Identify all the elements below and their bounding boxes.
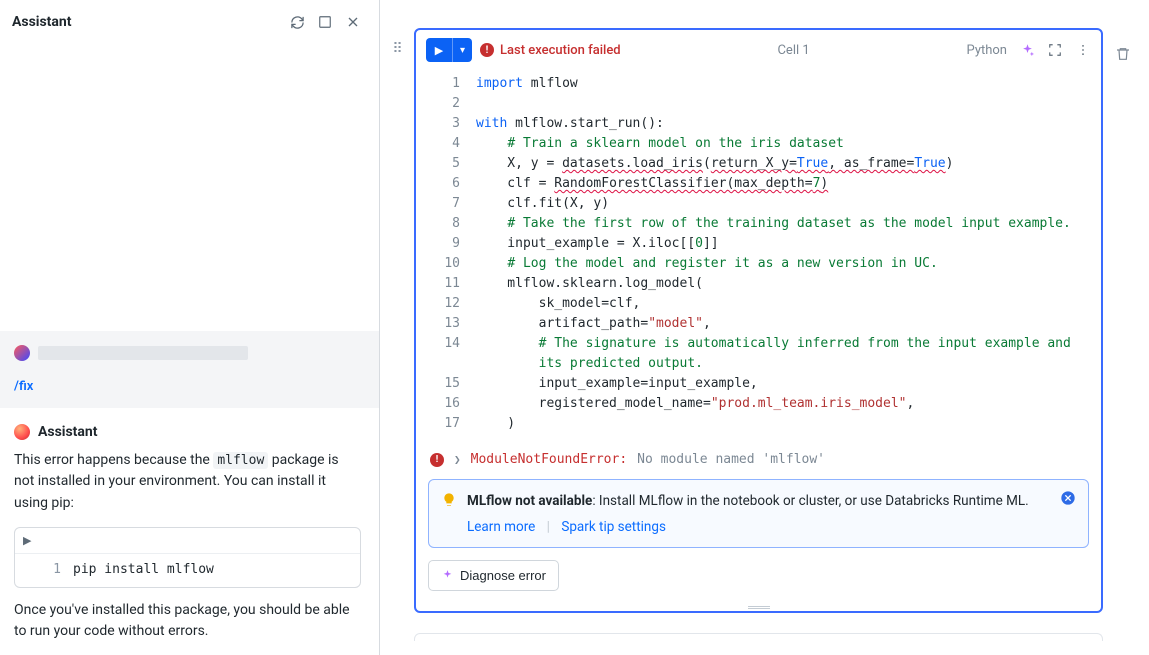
drag-handle-icon[interactable]: ⠿ [392, 46, 403, 52]
cell-resize-handle[interactable] [416, 605, 1101, 611]
user-avatar-icon [14, 345, 30, 361]
refresh-icon[interactable] [283, 8, 311, 36]
cell-label: Cell 1 [629, 43, 959, 58]
code-editor[interactable]: 1234567891011121314 151617 import mlflow… [416, 70, 1101, 442]
assistant-header: Assistant [0, 0, 379, 44]
assistant-code-snippet: ▶ 1 pip install mlflow [14, 527, 361, 588]
delete-cell-icon[interactable] [1115, 46, 1131, 655]
assistant-label: Assistant [38, 424, 98, 440]
notebook-area: ⠿ ▶ ▾ ! Last execution failed Cell 1 Pyt… [380, 0, 1149, 655]
code-cell: ▶ ▾ ! Last execution failed Cell 1 Pytho… [414, 28, 1103, 613]
code-content[interactable]: import mlflow with mlflow.start_run(): #… [470, 70, 1101, 442]
assistant-message: Assistant This error happens because the… [0, 408, 379, 655]
fullscreen-icon[interactable] [1047, 42, 1063, 58]
error-name: ModuleNotFoundError: [471, 452, 628, 467]
ai-sparkle-icon[interactable] [1019, 42, 1035, 58]
user-message: /fix [0, 331, 379, 408]
run-button[interactable]: ▶ [426, 38, 452, 62]
expand-icon[interactable] [311, 8, 339, 36]
tip-body-text: : Install MLflow in the notebook or clus… [592, 493, 1028, 509]
next-cell-placeholder [414, 633, 1103, 641]
cell-language[interactable]: Python [967, 43, 1007, 58]
error-output: ! ❯ ModuleNotFoundError: No module named… [416, 442, 1101, 475]
play-icon[interactable]: ▶ [23, 534, 31, 547]
snippet-code[interactable]: pip install mlflow [73, 554, 360, 587]
diagnose-error-button[interactable]: Diagnose error [428, 560, 559, 591]
assistant-explanation: This error happens because the mlflow pa… [14, 450, 361, 515]
sparkle-icon [441, 569, 454, 582]
run-dropdown-icon[interactable]: ▾ [452, 38, 472, 62]
snippet-gutter: 1 [15, 554, 73, 587]
error-icon: ! [430, 453, 444, 467]
learn-more-link[interactable]: Learn more [467, 519, 535, 535]
snippet-toolbar: ▶ [15, 528, 360, 554]
run-button-group[interactable]: ▶ ▾ [426, 38, 472, 62]
tip-title: MLflow not available [467, 493, 592, 509]
assistant-avatar-icon [14, 424, 30, 440]
close-icon[interactable] [339, 8, 367, 36]
fix-command: /fix [14, 379, 33, 394]
kebab-menu-icon[interactable] [1075, 42, 1091, 58]
assistant-panel: Assistant /fix Assistant This error happ… [0, 0, 380, 655]
line-gutter: 1234567891011121314 151617 [416, 70, 470, 442]
error-badge-icon: ! [480, 43, 494, 57]
error-message: No module named 'mlflow' [637, 452, 825, 467]
expand-error-icon[interactable]: ❯ [454, 453, 461, 466]
assistant-followup: Once you've installed this package, you … [14, 600, 361, 643]
lightbulb-icon [441, 492, 459, 508]
spark-tip-link[interactable]: Spark tip settings [561, 519, 666, 535]
execution-status: ! Last execution failed [480, 43, 621, 58]
tip-close-icon[interactable] [1060, 490, 1078, 508]
user-name-redacted [38, 346, 248, 360]
assistant-title: Assistant [12, 14, 283, 30]
cell-toolbar: ▶ ▾ ! Last execution failed Cell 1 Pytho… [416, 30, 1101, 70]
tip-callout: MLflow not available: Install MLflow in … [428, 479, 1089, 548]
